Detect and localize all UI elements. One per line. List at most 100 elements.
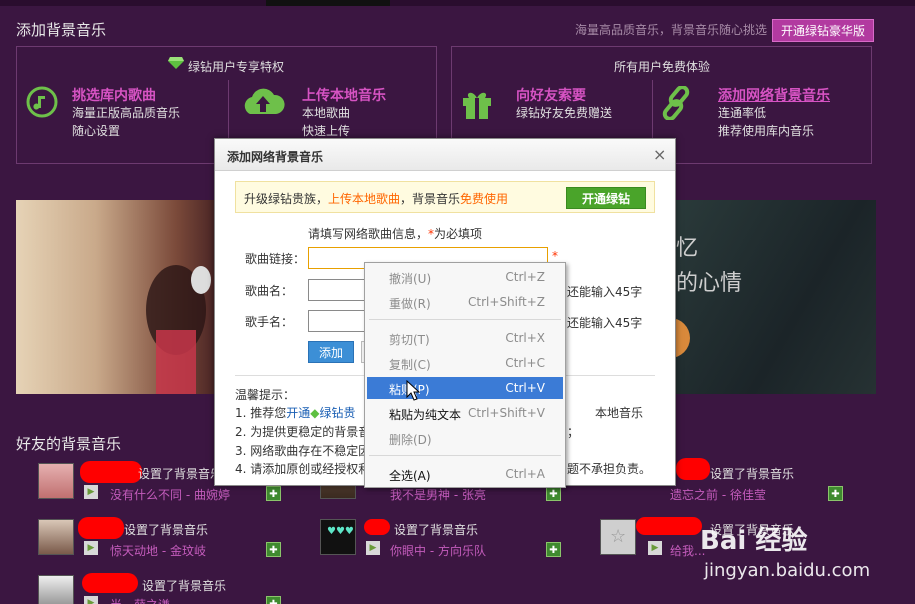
- panel-divider: [652, 80, 653, 140]
- tip-1-text: 1. 推荐您: [235, 406, 287, 420]
- friend-set-text: 设置了背景音乐: [710, 467, 795, 481]
- free-panel-heading: 所有用户免费体验: [614, 60, 711, 74]
- feature-network-title[interactable]: 添加网络背景音乐: [718, 85, 830, 105]
- redacted-username: [636, 517, 702, 535]
- menu-shortcut: Ctrl+Z: [505, 270, 545, 284]
- play-icon[interactable]: ▶: [84, 485, 98, 499]
- friends-section-title: 好友的背景音乐: [16, 435, 122, 453]
- play-icon[interactable]: ▶: [84, 541, 98, 555]
- friend-song[interactable]: 半 - 薛之谦: [110, 596, 170, 604]
- gift-icon: [460, 86, 494, 123]
- menu-item-cut[interactable]: 剪切(T) Ctrl+X: [367, 327, 563, 349]
- avatar[interactable]: ☆: [600, 519, 636, 555]
- singer-input[interactable]: [308, 310, 368, 332]
- redacted-username: [676, 458, 710, 480]
- avatar[interactable]: [38, 519, 74, 555]
- diamond-icon: [168, 57, 184, 72]
- menu-item-copy[interactable]: 复制(C) Ctrl+C: [367, 352, 563, 374]
- add-song-icon[interactable]: ✚: [828, 486, 843, 501]
- menu-shortcut: Ctrl+Shift+V: [468, 406, 545, 420]
- avatar[interactable]: [38, 575, 74, 604]
- close-icon[interactable]: ×: [653, 145, 666, 164]
- add-song-icon[interactable]: ✚: [266, 486, 281, 501]
- feature-upload-title[interactable]: 上传本地音乐: [302, 85, 386, 105]
- redacted-username: [78, 517, 124, 539]
- menu-item-paste-plain[interactable]: 粘贴为纯文本 Ctrl+Shift+V: [367, 402, 563, 424]
- tip-1-link[interactable]: 开通: [286, 406, 310, 420]
- feature-library-title[interactable]: 挑选库内歌曲: [72, 85, 156, 105]
- add-song-icon[interactable]: ✚: [266, 542, 281, 557]
- banner-image-left: [16, 200, 216, 394]
- menu-item-undo[interactable]: 撤消(U) Ctrl+Z: [367, 266, 563, 288]
- tip-1-link-2[interactable]: 绿钻贵: [320, 406, 356, 420]
- friend-song[interactable]: 我不是男神 - 张亮: [390, 486, 486, 503]
- song-name-input[interactable]: [308, 279, 368, 301]
- upgrade-mid: ，背景音乐: [400, 192, 461, 206]
- tip-3: 3. 网络歌曲存在不稳定因: [235, 444, 371, 458]
- mouse-cursor-icon: [406, 379, 421, 405]
- tip-4-tail: 题不承担负责。: [567, 462, 652, 476]
- feature-library-desc1: 海量正版高品质音乐: [72, 106, 181, 120]
- feature-request-title[interactable]: 向好友索要: [516, 85, 586, 105]
- friend-song[interactable]: 你眼中 - 方向乐队: [390, 542, 486, 559]
- required-mark: *: [552, 249, 558, 263]
- menu-item-select-all[interactable]: 全选(A) Ctrl+A: [367, 463, 563, 485]
- song-name-label: 歌曲名：: [245, 284, 294, 298]
- redacted-username: [80, 461, 142, 483]
- context-menu: 撤消(U) Ctrl+Z 重做(R) Ctrl+Shift+Z 剪切(T) Ctrl+…: [364, 262, 566, 488]
- friend-song[interactable]: 惊天动地 - 金玟岐: [110, 542, 206, 559]
- open-green-diamond-button[interactable]: 开通绿钻: [566, 187, 646, 209]
- add-song-icon[interactable]: ✚: [546, 486, 561, 501]
- watermark-url: jingyan.baidu.com: [704, 560, 871, 581]
- song-name-remaining: 还能输入45字: [567, 285, 643, 299]
- menu-label: 删除(D): [389, 433, 432, 447]
- menu-label: 剪切(T): [389, 333, 430, 347]
- diamond-icon: ◆: [310, 406, 320, 420]
- vip-panel-heading: 绿钻用户专享特权: [188, 60, 285, 74]
- menu-item-redo[interactable]: 重做(R) Ctrl+Shift+Z: [367, 291, 563, 313]
- singer-remaining: 还能输入45字: [567, 316, 643, 330]
- menu-shortcut: Ctrl+A: [505, 467, 545, 481]
- menu-shortcut: Ctrl+C: [505, 356, 545, 370]
- menu-label: 粘贴为纯文本: [389, 408, 462, 422]
- menu-separator: [369, 319, 561, 320]
- play-icon[interactable]: ▶: [366, 541, 380, 555]
- feature-upload-desc1: 本地歌曲: [302, 106, 351, 120]
- feature-library-desc2: 随心设置: [72, 124, 121, 138]
- friend-set-text: 设置了背景音乐: [394, 523, 479, 537]
- watermark-logo: Bai 经验: [700, 526, 808, 556]
- tips-title: 温馨提示：: [235, 388, 296, 402]
- friend-set-text: 设置了背景音乐: [124, 523, 209, 537]
- upgrade-highlight: 上传本地歌曲: [328, 192, 401, 206]
- tip-2-tail: ；: [567, 425, 580, 439]
- tip-4: 4. 请添加原创或经授权利人: [235, 462, 383, 476]
- redacted-username: [82, 573, 138, 593]
- link-chain-icon: [662, 85, 694, 123]
- menu-item-paste[interactable]: 粘贴(P)Ctrl+V: [367, 377, 563, 399]
- top-bar-active-tab[interactable]: [266, 0, 390, 6]
- menu-shortcut: Ctrl+X: [505, 331, 545, 345]
- friend-song[interactable]: 没有什么不同 - 曲婉婷: [110, 486, 230, 503]
- page-title: 添加背景音乐: [16, 21, 107, 39]
- avatar[interactable]: ♥♥♥: [320, 519, 356, 555]
- play-icon[interactable]: ▶: [648, 541, 662, 555]
- panel-divider: [228, 80, 229, 140]
- banner-image-right: [676, 200, 876, 394]
- tip-1: 1. 推荐您开通◆绿钻贵: [235, 405, 356, 422]
- menu-label: 全选(A): [389, 469, 431, 483]
- avatar[interactable]: [38, 463, 74, 499]
- add-song-icon[interactable]: ✚: [546, 542, 561, 557]
- upgrade-text: 升级绿钻贵族，上传本地歌曲，背景音乐免费使用: [244, 190, 508, 207]
- singer-label: 歌手名：: [245, 315, 294, 329]
- play-icon[interactable]: ▶: [84, 596, 98, 604]
- menu-item-delete[interactable]: 删除(D): [367, 427, 563, 449]
- friend-song[interactable]: 遗忘之前 - 徐佳莹: [670, 486, 766, 503]
- add-song-icon[interactable]: ✚: [266, 596, 281, 604]
- add-button[interactable]: 添加: [308, 341, 354, 363]
- upload-cloud-icon: [240, 86, 286, 119]
- vip-button[interactable]: 开通绿钻豪华版: [772, 19, 875, 42]
- instruction-suffix: 为必填项: [434, 227, 483, 241]
- upgrade-banner: 升级绿钻贵族，上传本地歌曲，背景音乐免费使用 开通绿钻: [235, 181, 655, 213]
- redacted-username: [364, 519, 390, 535]
- menu-label: 重做(R): [389, 297, 431, 311]
